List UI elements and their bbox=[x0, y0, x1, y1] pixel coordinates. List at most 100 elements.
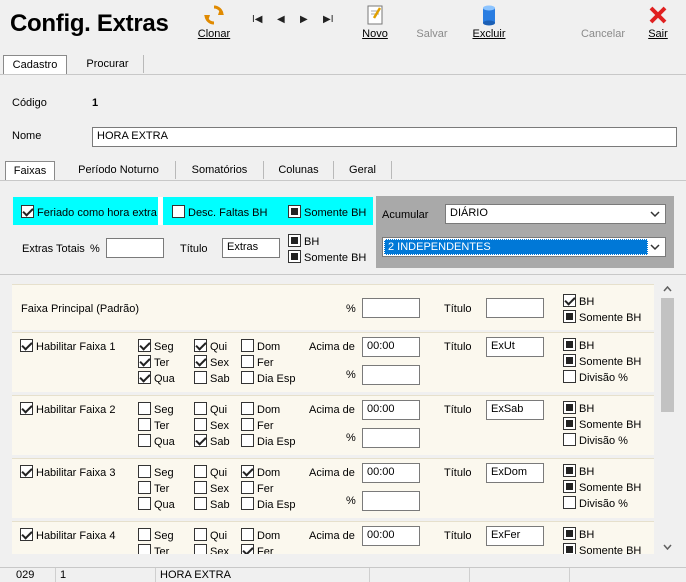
scroll-down-icon[interactable] bbox=[663, 544, 672, 550]
day-checkbox[interactable]: Seg bbox=[138, 528, 174, 542]
check-icon bbox=[241, 481, 254, 494]
faixa-principal-titulo-input[interactable] bbox=[486, 298, 544, 318]
habilitar-faixa-checkbox[interactable]: Habilitar Faixa 2 bbox=[20, 402, 115, 416]
day-checkbox[interactable]: Qui bbox=[194, 402, 227, 416]
excluir-button[interactable]: Excluir bbox=[468, 4, 510, 40]
day-checkbox[interactable]: Dom bbox=[241, 402, 280, 416]
faixa-principal-somente-bh-checkbox[interactable]: Somente BH bbox=[563, 310, 641, 324]
somente-bh-checkbox[interactable]: Somente BH bbox=[563, 417, 641, 431]
divisao-checkbox[interactable]: Divisão % bbox=[563, 370, 628, 384]
vertical-scrollbar[interactable] bbox=[659, 282, 676, 554]
day-checkbox[interactable]: Dia Esp bbox=[241, 497, 296, 511]
nav-prev-button[interactable]: ◀ bbox=[277, 14, 285, 25]
day-checkbox[interactable]: Sex bbox=[194, 544, 229, 554]
percent-input[interactable] bbox=[362, 428, 420, 448]
day-checkbox[interactable]: Qui bbox=[194, 339, 227, 353]
extras-totais-input[interactable] bbox=[106, 238, 164, 258]
day-checkbox[interactable]: Fer bbox=[241, 418, 274, 432]
habilitar-faixa-checkbox[interactable]: Habilitar Faixa 4 bbox=[20, 528, 115, 542]
somente-bh-checkbox[interactable]: Somente BH bbox=[563, 354, 641, 368]
bh-checkbox[interactable]: BH bbox=[563, 464, 594, 478]
day-checkbox[interactable]: Seg bbox=[138, 339, 174, 353]
salvar-button[interactable]: Salvar bbox=[412, 28, 452, 40]
day-checkbox[interactable]: Dom bbox=[241, 528, 280, 542]
status-cell-4 bbox=[370, 568, 470, 582]
nav-first-button[interactable]: I◀ bbox=[252, 14, 262, 25]
day-checkbox[interactable]: Fer bbox=[241, 544, 274, 554]
day-checkbox[interactable]: Qua bbox=[138, 371, 175, 385]
acima-de-input[interactable]: 00:00 bbox=[362, 526, 420, 546]
somente-bh-checkbox[interactable]: Somente BH bbox=[563, 543, 641, 554]
day-checkbox[interactable]: Qui bbox=[194, 528, 227, 542]
novo-button[interactable]: Novo bbox=[358, 4, 392, 40]
day-checkbox[interactable]: Ter bbox=[138, 544, 169, 554]
day-checkbox[interactable]: Dom bbox=[241, 339, 280, 353]
habilitar-faixa-checkbox[interactable]: Habilitar Faixa 1 bbox=[20, 339, 115, 353]
sair-button[interactable]: Sair bbox=[644, 4, 672, 40]
faixas-scroll-area[interactable]: Faixa Principal (Padrão) % Título BH Som… bbox=[12, 282, 672, 554]
day-checkbox[interactable]: Sex bbox=[194, 481, 229, 495]
percent-input[interactable] bbox=[362, 491, 420, 511]
tab-periodo-noturno[interactable]: Período Noturno bbox=[62, 161, 176, 179]
day-checkbox[interactable]: Sab bbox=[194, 371, 230, 385]
day-checkbox[interactable]: Dia Esp bbox=[241, 434, 296, 448]
scrollbar-thumb[interactable] bbox=[661, 298, 674, 412]
modo-select[interactable]: 2 INDEPENDENTES bbox=[382, 237, 666, 257]
divisao-checkbox[interactable]: Divisão % bbox=[563, 433, 628, 447]
scroll-up-icon[interactable] bbox=[663, 286, 672, 292]
percent-input[interactable] bbox=[362, 365, 420, 385]
titulo-input[interactable]: ExDom bbox=[486, 463, 544, 483]
acumular-select[interactable]: DIÁRIO bbox=[445, 204, 666, 224]
desc-faltas-checkbox[interactable]: Desc. Faltas BH bbox=[172, 205, 267, 219]
titulo-input[interactable]: ExUt bbox=[486, 337, 544, 357]
nome-input[interactable]: HORA EXTRA bbox=[92, 127, 677, 147]
divisao-checkbox[interactable]: Divisão % bbox=[563, 496, 628, 510]
nav-last-button[interactable]: ▶I bbox=[323, 14, 333, 25]
day-checkbox[interactable]: Ter bbox=[138, 418, 169, 432]
titulo-input[interactable]: Extras bbox=[222, 238, 280, 258]
cancelar-button[interactable]: Cancelar bbox=[578, 28, 628, 40]
bh-checkbox[interactable]: BH bbox=[563, 338, 594, 352]
habilitar-faixa-checkbox[interactable]: Habilitar Faixa 3 bbox=[20, 465, 115, 479]
day-checkbox[interactable]: Dia Esp bbox=[241, 371, 296, 385]
day-checkbox[interactable]: Fer bbox=[241, 481, 274, 495]
check-icon bbox=[138, 355, 151, 368]
day-checkbox[interactable]: Qui bbox=[194, 465, 227, 479]
day-checkbox[interactable]: Sab bbox=[194, 497, 230, 511]
somente-bh-checkbox[interactable]: Somente BH bbox=[563, 480, 641, 494]
day-checkbox[interactable]: Ter bbox=[138, 481, 169, 495]
day-checkbox[interactable]: Sex bbox=[194, 355, 229, 369]
acima-de-input[interactable]: 00:00 bbox=[362, 400, 420, 420]
day-checkbox[interactable]: Fer bbox=[241, 355, 274, 369]
acima-de-input[interactable]: 00:00 bbox=[362, 337, 420, 357]
tab-somatorios[interactable]: Somatórios bbox=[176, 161, 264, 179]
somente-bh2-checkbox[interactable]: Somente BH bbox=[288, 250, 366, 264]
tab-faixas[interactable]: Faixas bbox=[5, 161, 55, 180]
bh-checkbox[interactable]: BH bbox=[288, 234, 319, 248]
tab-cadastro[interactable]: Cadastro bbox=[3, 55, 67, 74]
titulo-input[interactable]: ExSab bbox=[486, 400, 544, 420]
tab-geral[interactable]: Geral bbox=[334, 161, 392, 179]
faixa-principal-titulo-label: Título bbox=[444, 303, 472, 315]
feriado-checkbox[interactable]: Feriado como hora extra bbox=[21, 205, 157, 219]
bh-checkbox[interactable]: BH bbox=[563, 527, 594, 541]
day-checkbox[interactable]: Sab bbox=[194, 434, 230, 448]
somente-bh-checkbox[interactable]: Somente BH bbox=[288, 205, 366, 219]
faixa-principal-bh-checkbox[interactable]: BH bbox=[563, 294, 594, 308]
day-checkbox[interactable]: Seg bbox=[138, 402, 174, 416]
day-checkbox[interactable]: Sex bbox=[194, 418, 229, 432]
day-checkbox[interactable]: Qua bbox=[138, 434, 175, 448]
tab-procurar[interactable]: Procurar bbox=[72, 55, 144, 73]
faixa-principal-percent-input[interactable] bbox=[362, 298, 420, 318]
nav-next-button[interactable]: ▶ bbox=[300, 14, 308, 25]
tab-colunas[interactable]: Colunas bbox=[264, 161, 334, 179]
acima-de-input[interactable]: 00:00 bbox=[362, 463, 420, 483]
day-checkbox[interactable]: Qua bbox=[138, 497, 175, 511]
day-checkbox[interactable]: Seg bbox=[138, 465, 174, 479]
day-checkbox[interactable]: Ter bbox=[138, 355, 169, 369]
bh-checkbox[interactable]: BH bbox=[563, 401, 594, 415]
check-icon bbox=[138, 371, 151, 384]
clonar-button[interactable]: Clonar bbox=[196, 4, 232, 40]
titulo-input[interactable]: ExFer bbox=[486, 526, 544, 546]
day-checkbox[interactable]: Dom bbox=[241, 465, 280, 479]
